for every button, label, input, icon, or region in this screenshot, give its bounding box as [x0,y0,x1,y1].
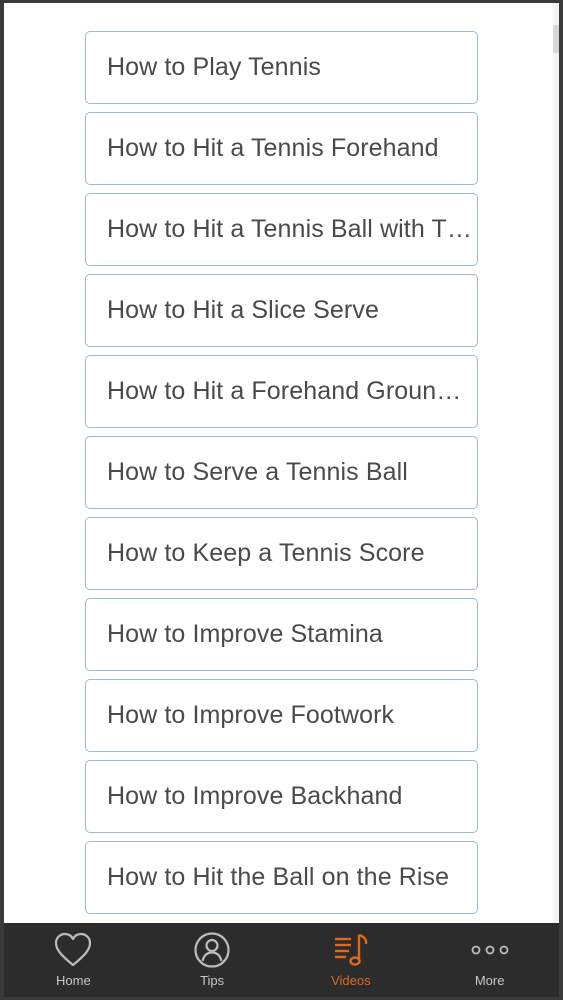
heart-icon [53,930,93,970]
video-item-serve-tennis-ball[interactable]: How to Serve a Tennis Ball [85,436,478,509]
tab-tips[interactable]: Tips [143,923,282,997]
video-item-play-tennis[interactable]: How to Play Tennis [85,31,478,104]
video-item-improve-backhand[interactable]: How to Improve Backhand [85,760,478,833]
video-item-label: How to Hit a Forehand Ground … [107,377,473,405]
video-item-tennis-forehand[interactable]: How to Hit a Tennis Forehand [85,112,478,185]
tab-label: Videos [331,973,371,988]
video-item-label: How to Serve a Tennis Ball [107,458,408,486]
video-item-label: How to Play Tennis [107,53,321,81]
videos-screen: How to Play Tennis How to Hit a Tennis F… [4,3,559,923]
scrollbar[interactable] [553,3,559,923]
tab-more[interactable]: More [420,923,559,997]
app-window: How to Play Tennis How to Hit a Tennis F… [4,3,559,997]
video-item-label: How to Hit a Slice Serve [107,296,379,324]
video-item-label: How to Hit the Ball on the Rise [107,863,450,891]
video-item-label: How to Improve Backhand [107,782,403,810]
video-item-label: How to Keep a Tennis Score [107,539,425,567]
bottom-tab-bar: Home Tips Videos More [4,923,559,997]
video-item-keep-score[interactable]: How to Keep a Tennis Score [85,517,478,590]
video-item-label: How to Improve Stamina [107,620,383,648]
video-item-slice-serve[interactable]: How to Hit a Slice Serve [85,274,478,347]
tab-videos[interactable]: Videos [282,923,421,997]
tab-label: More [474,973,505,988]
video-item-improve-footwork[interactable]: How to Improve Footwork [85,679,478,752]
video-list: How to Play Tennis How to Hit a Tennis F… [85,31,478,922]
tab-label: Home [56,973,91,988]
video-item-forehand-ground[interactable]: How to Hit a Forehand Ground … [85,355,478,428]
scrollbar-thumb[interactable] [553,25,559,53]
tab-home[interactable]: Home [4,923,143,997]
video-item-label: How to Hit a Tennis Ball with T… [107,215,472,243]
playlist-icon [331,930,371,970]
user-icon [192,930,232,970]
tab-label: Tips [200,973,225,988]
more-dots-icon [470,930,510,970]
video-item-label: How to Hit a Tennis Forehand [107,134,439,162]
video-item-improve-stamina[interactable]: How to Improve Stamina [85,598,478,671]
video-item-tennis-ball-with[interactable]: How to Hit a Tennis Ball with T… [85,193,478,266]
video-item-label: How to Improve Footwork [107,701,395,729]
video-item-hit-on-rise[interactable]: How to Hit the Ball on the Rise [85,841,478,914]
